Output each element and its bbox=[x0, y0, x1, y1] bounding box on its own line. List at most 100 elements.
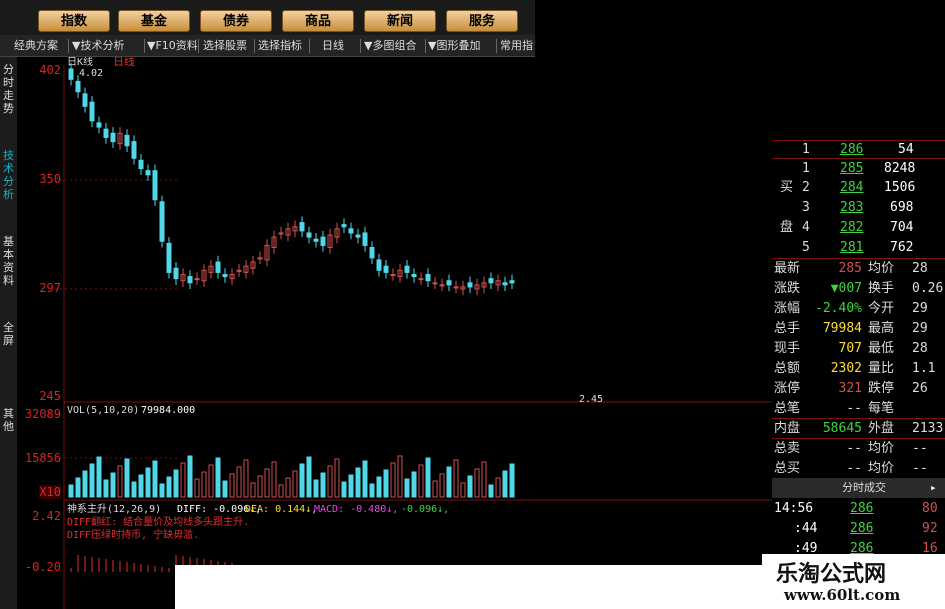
candle-body bbox=[355, 234, 361, 238]
toolbar-common[interactable]: 常用指 bbox=[500, 38, 533, 54]
candle-body bbox=[278, 232, 284, 235]
stat-row: 总手 79984 最高 29 bbox=[774, 321, 928, 336]
stat-row: 总额 2302 量比 1.1 bbox=[774, 361, 936, 376]
kline-chart-svg: 日K线 日线 4.02 2.45 VOL(5,10,20) 79984.000 … bbox=[55, 54, 772, 609]
candle-body bbox=[222, 273, 228, 278]
volume-bar bbox=[75, 477, 81, 498]
toolbar-technical-analysis[interactable]: ▼技术分析 bbox=[72, 38, 124, 54]
volume-bar bbox=[236, 466, 242, 498]
volume-bar bbox=[173, 469, 179, 498]
candle-body bbox=[467, 282, 473, 288]
candle-body bbox=[75, 80, 81, 93]
volume-bar bbox=[481, 461, 487, 498]
volume-bar bbox=[327, 465, 333, 498]
volume-bar bbox=[292, 470, 298, 498]
volume-bar bbox=[299, 463, 305, 498]
candle-body bbox=[215, 261, 221, 273]
candle-body bbox=[446, 280, 452, 286]
volume-bar bbox=[369, 483, 375, 498]
volume-bar bbox=[383, 469, 389, 498]
toolbar-overlay[interactable]: ▼图形叠加 bbox=[428, 38, 480, 54]
volume-bar bbox=[390, 462, 396, 498]
candle-body bbox=[488, 278, 494, 284]
candle-body bbox=[383, 265, 389, 273]
ticks-header[interactable]: 分时成交 ▸ bbox=[772, 478, 945, 498]
candle-body bbox=[425, 273, 431, 282]
stat-row: 涨幅 -2.40% 今开 29 bbox=[774, 301, 928, 316]
candle-body bbox=[124, 134, 130, 147]
nav-button-bond[interactable]: 债券 bbox=[200, 10, 272, 32]
volume-bar bbox=[96, 456, 102, 498]
nav-button-commodity[interactable]: 商品 bbox=[282, 10, 354, 32]
candle-body bbox=[390, 273, 396, 276]
watermark: 乐淘公式网 www.60lt.com bbox=[762, 554, 945, 609]
volume-bar bbox=[320, 472, 326, 498]
volume-bar bbox=[362, 460, 368, 498]
candle-body bbox=[509, 280, 515, 284]
candle-body bbox=[502, 282, 508, 286]
volume-bar bbox=[341, 481, 347, 498]
sidetab-fullscreen[interactable]: 全屏 bbox=[1, 321, 16, 347]
macd-dea-label: DEA: 0.144↓, bbox=[245, 504, 317, 515]
volume-bar bbox=[404, 478, 410, 498]
candle-body bbox=[159, 201, 165, 242]
close-icon[interactable]: ▸ bbox=[930, 478, 937, 498]
candle-body bbox=[152, 170, 158, 201]
volume-bar bbox=[166, 476, 172, 498]
volume-bar bbox=[306, 456, 312, 498]
kline-chart-area[interactable]: 日K线 日线 4.02 2.45 VOL(5,10,20) 79984.000 … bbox=[17, 54, 772, 609]
image-overlay-blank bbox=[175, 565, 762, 609]
volume-bar bbox=[502, 470, 508, 498]
volume-bar bbox=[509, 463, 515, 498]
sidetab-technical[interactable]: 技术分析 bbox=[1, 149, 16, 201]
toolbar-f10[interactable]: ▼F10资料 bbox=[147, 38, 198, 54]
nav-button-fund[interactable]: 基金 bbox=[118, 10, 190, 32]
candle-body bbox=[96, 122, 102, 128]
sell-row: 1 286 54 bbox=[802, 142, 914, 157]
tick-row: 14:56 286 80 bbox=[774, 501, 938, 516]
candle-body bbox=[362, 232, 368, 246]
candle-body bbox=[173, 267, 179, 280]
volume-bar bbox=[432, 480, 438, 498]
volume-bar bbox=[145, 467, 151, 498]
volume-bar bbox=[418, 464, 424, 498]
toolbar-select-stock[interactable]: 选择股票 bbox=[203, 38, 247, 54]
stat-row: 总卖 -- 均价 -- bbox=[774, 441, 928, 456]
toolbar-multi-chart[interactable]: ▼多图组合 bbox=[364, 38, 416, 54]
volume-bar bbox=[159, 483, 165, 498]
stat-row: 最新 285 均价 28 bbox=[774, 261, 928, 276]
macd-extra-label: -0.096↓, bbox=[401, 504, 449, 515]
sidetab-fundamentals[interactable]: 基本资料 bbox=[1, 235, 16, 287]
sidetab-intraday[interactable]: 分时走势 bbox=[1, 63, 16, 115]
analysis-toolbar: 经典方案 ▼技术分析 ▼F10资料 选择股票 选择指标 日线 ▼多图组合 ▼图形… bbox=[0, 35, 535, 57]
volume-bar bbox=[229, 473, 235, 498]
candle-body bbox=[82, 93, 88, 107]
volume-bar bbox=[334, 458, 340, 498]
watermark-title: 乐淘公式网 bbox=[776, 561, 887, 587]
nav-button-news[interactable]: 新闻 bbox=[364, 10, 436, 32]
top-navigation: 指数 基金 债券 商品 新闻 服务 bbox=[0, 0, 535, 35]
stat-row: 涨跌 ▼007 换手 0.26 bbox=[774, 281, 944, 296]
sidetab-other[interactable]: 其他 bbox=[1, 407, 16, 433]
nav-button-service[interactable]: 服务 bbox=[446, 10, 518, 32]
buy-row: 5 281 762 bbox=[802, 240, 914, 255]
toolbar-classic-scheme[interactable]: 经典方案 bbox=[14, 38, 58, 54]
volume-bar bbox=[488, 484, 494, 498]
candle-body bbox=[257, 257, 263, 260]
volume-bar bbox=[180, 462, 186, 498]
nav-button-index[interactable]: 指数 bbox=[38, 10, 110, 32]
candle-body bbox=[187, 276, 193, 284]
candle-body bbox=[236, 269, 242, 272]
candle-body bbox=[432, 282, 438, 285]
volume-bar bbox=[411, 471, 417, 498]
candle-body bbox=[341, 224, 347, 228]
candle-body bbox=[404, 265, 410, 273]
toolbar-select-indicator[interactable]: 选择指标 bbox=[258, 38, 302, 54]
side-tabs: 分时走势 技术分析 基本资料 全屏 其他 bbox=[0, 57, 17, 609]
toolbar-daily[interactable]: 日线 bbox=[322, 38, 344, 54]
volume-bar bbox=[285, 477, 291, 498]
volume-bar bbox=[187, 455, 193, 498]
volume-bar bbox=[495, 477, 501, 498]
volume-value: 79984.000 bbox=[141, 405, 195, 416]
volume-bar bbox=[124, 458, 130, 498]
